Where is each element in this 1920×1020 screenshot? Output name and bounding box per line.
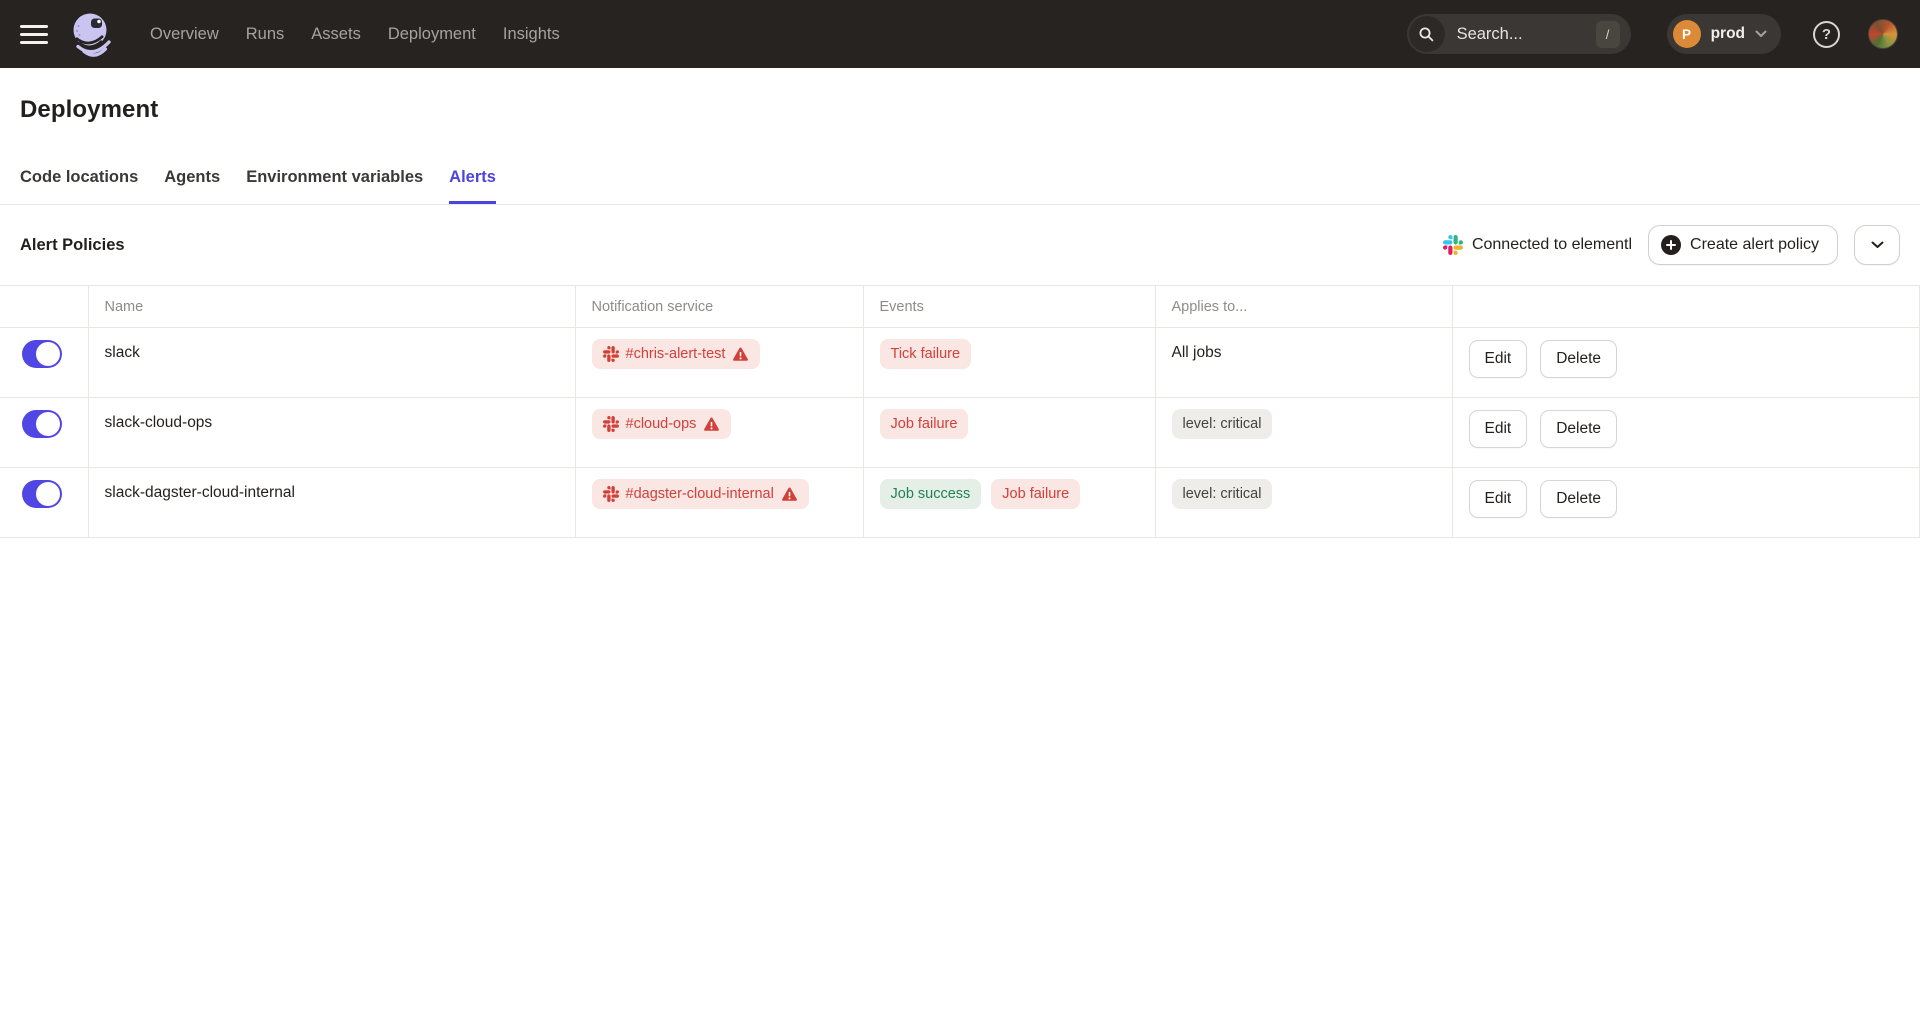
org-avatar: P (1673, 20, 1701, 48)
event-badge: Job failure (880, 409, 969, 439)
col-events: Events (863, 286, 1155, 328)
nav-item-assets[interactable]: Assets (311, 25, 361, 44)
slack-connection-status: Connected to elementl (1443, 235, 1632, 255)
policy-enabled-toggle[interactable] (22, 410, 62, 438)
table-row: slack-dagster-cloud-internal #dagster-cl… (0, 468, 1920, 538)
tab-alerts[interactable]: Alerts (449, 168, 496, 204)
policy-name: slack-cloud-ops (88, 398, 575, 468)
table-header-row: Name Notification service Events Applies… (0, 286, 1920, 328)
applies-to-badge: level: critical (1172, 479, 1273, 509)
help-question-icon: ? (1822, 26, 1831, 43)
org-name: prod (1711, 25, 1745, 43)
nav-item-overview[interactable]: Overview (150, 25, 219, 44)
create-policy-more-options-button[interactable] (1854, 225, 1900, 265)
tab-code-locations[interactable]: Code locations (20, 168, 138, 204)
col-actions (1452, 286, 1920, 328)
dagster-octopus-icon (68, 10, 114, 58)
policy-name: slack-dagster-cloud-internal (88, 468, 575, 538)
slack-icon (603, 486, 619, 502)
event-badge: Tick failure (880, 339, 972, 369)
channel-name: #cloud-ops (626, 416, 697, 432)
create-alert-policy-button[interactable]: Create alert policy (1648, 225, 1838, 265)
channel-name: #dagster-cloud-internal (626, 486, 774, 502)
col-name: Name (88, 286, 575, 328)
tab-agents[interactable]: Agents (164, 168, 220, 204)
hamburger-menu-icon[interactable] (20, 25, 48, 44)
applies-to-badge: level: critical (1172, 409, 1273, 439)
warning-icon[interactable] (703, 416, 720, 433)
policy-enabled-toggle[interactable] (22, 480, 62, 508)
search-shortcut-key: / (1596, 21, 1620, 48)
delete-button[interactable]: Delete (1540, 410, 1617, 448)
plus-icon (1661, 235, 1681, 255)
search-placeholder: Search... (1457, 25, 1596, 44)
col-applies-to: Applies to... (1155, 286, 1452, 328)
warning-icon[interactable] (781, 486, 798, 503)
nav-item-insights[interactable]: Insights (503, 25, 560, 44)
col-notification-service: Notification service (575, 286, 863, 328)
channel-name: #chris-alert-test (626, 346, 726, 362)
alert-policies-table: Name Notification service Events Applies… (0, 285, 1920, 538)
chevron-down-icon (1871, 241, 1884, 249)
notification-channel-badge: #chris-alert-test (592, 339, 761, 369)
search-input[interactable]: Search... / (1407, 14, 1631, 54)
policy-enabled-toggle[interactable] (22, 340, 62, 368)
notification-channel-badge: #dagster-cloud-internal (592, 479, 809, 509)
table-row: slack #chris-alert-test (0, 328, 1920, 398)
policy-name: slack (88, 328, 575, 398)
deployment-switcher[interactable]: P prod (1667, 14, 1781, 54)
notification-channel-badge: #cloud-ops (592, 409, 732, 439)
edit-button[interactable]: Edit (1469, 480, 1528, 518)
search-icon (1409, 16, 1445, 52)
col-toggle (0, 286, 88, 328)
nav-item-runs[interactable]: Runs (246, 25, 285, 44)
slack-icon (603, 416, 619, 432)
primary-nav: Overview Runs Assets Deployment Insights (150, 25, 560, 44)
connected-text: Connected to elementl (1472, 236, 1632, 254)
edit-button[interactable]: Edit (1469, 340, 1528, 378)
alert-policies-header: Alert Policies Connected to elementl Cre… (0, 205, 1920, 285)
event-badge: Job failure (991, 479, 1080, 509)
warning-icon[interactable] (732, 346, 749, 363)
chevron-down-icon (1755, 30, 1767, 38)
event-badge: Job success (880, 479, 982, 509)
slack-icon (603, 346, 619, 362)
edit-button[interactable]: Edit (1469, 410, 1528, 448)
dagster-cloud-logo[interactable] (68, 10, 114, 58)
user-avatar[interactable] (1868, 19, 1898, 49)
deployment-tabs: Code locations Agents Environment variab… (0, 168, 1920, 205)
delete-button[interactable]: Delete (1540, 480, 1617, 518)
help-button[interactable]: ? (1813, 21, 1840, 48)
create-alert-policy-label: Create alert policy (1690, 236, 1819, 254)
table-row: slack-cloud-ops #cloud-ops (0, 398, 1920, 468)
page-title: Deployment (20, 96, 1900, 124)
tab-environment-variables[interactable]: Environment variables (246, 168, 423, 204)
section-title: Alert Policies (20, 236, 125, 255)
top-navbar: Overview Runs Assets Deployment Insights… (0, 0, 1920, 68)
nav-item-deployment[interactable]: Deployment (388, 25, 476, 44)
slack-icon (1443, 235, 1463, 255)
delete-button[interactable]: Delete (1540, 340, 1617, 378)
applies-to-value: All jobs (1155, 328, 1452, 398)
